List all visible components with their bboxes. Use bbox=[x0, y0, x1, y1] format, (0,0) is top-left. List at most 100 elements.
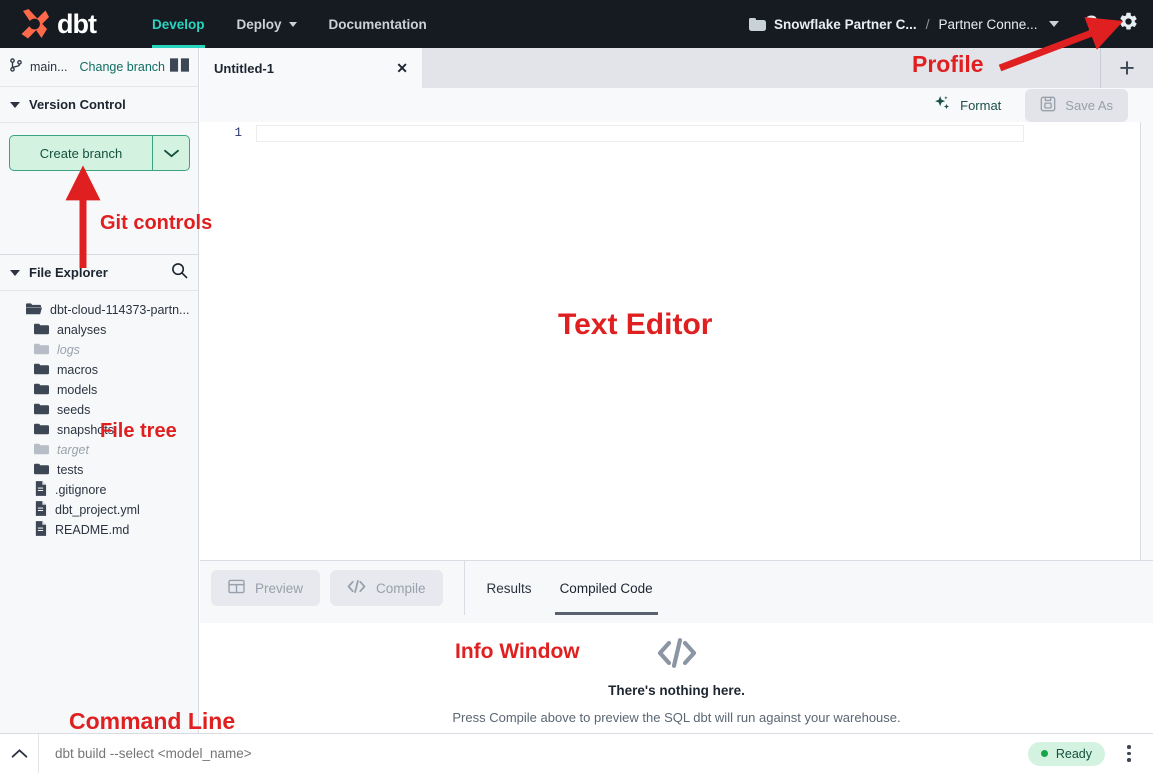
tab-results[interactable]: Results bbox=[473, 561, 546, 615]
version-control-header[interactable]: Version Control bbox=[0, 87, 198, 123]
file-tree-item-label: dbt_project.yml bbox=[55, 503, 140, 517]
status-label: Ready bbox=[1056, 747, 1092, 761]
nav-right-controls: Snowflake Partner C... / Partner Conne..… bbox=[749, 11, 1139, 37]
file-tree-file[interactable]: README.md bbox=[0, 520, 198, 540]
bottom-info-panel: Preview Compile Results Compiled Code bbox=[200, 560, 1153, 733]
file-tree-item-label: tests bbox=[57, 463, 83, 477]
file-tree-file[interactable]: dbt_project.yml bbox=[0, 500, 198, 520]
empty-state: There's nothing here. Press Compile abov… bbox=[200, 623, 1153, 734]
bottom-panel-toolbar: Preview Compile Results Compiled Code bbox=[200, 561, 1153, 615]
file-tree-file[interactable]: .gitignore bbox=[0, 480, 198, 500]
file-tree-folder[interactable]: models bbox=[0, 380, 198, 400]
bottom-panel-tabs: Results Compiled Code bbox=[473, 561, 667, 615]
folder-icon bbox=[34, 383, 49, 398]
sql-text-editor[interactable]: 1 bbox=[200, 122, 1140, 560]
status-badge: Ready bbox=[1028, 742, 1105, 766]
chevron-up-icon[interactable] bbox=[0, 734, 38, 773]
dbt-cloud-ide: dbt Develop Deploy Documentation Snowfla… bbox=[0, 0, 1153, 773]
save-as-label: Save As bbox=[1065, 98, 1113, 113]
dbt-wordmark: dbt bbox=[57, 11, 96, 38]
file-tree-item-label: target bbox=[57, 443, 89, 457]
floppy-disk-icon bbox=[1040, 96, 1056, 115]
line-number: 1 bbox=[200, 126, 256, 140]
file-explorer-header[interactable]: File Explorer bbox=[0, 255, 198, 291]
question-mark-icon[interactable]: ? bbox=[1085, 13, 1098, 35]
nav-item-documentation[interactable]: Documentation bbox=[313, 0, 443, 48]
close-icon[interactable]: ✕ bbox=[396, 60, 408, 77]
code-brackets-icon bbox=[655, 637, 699, 674]
preview-button[interactable]: Preview bbox=[211, 570, 320, 606]
version-control-body: Create branch bbox=[0, 123, 198, 255]
project-selector[interactable]: Snowflake Partner C... bbox=[749, 17, 917, 32]
tab-results-label: Results bbox=[487, 581, 532, 596]
editor-right-border bbox=[1140, 122, 1141, 560]
current-branch-name: main... bbox=[30, 60, 68, 74]
top-navigation-bar: dbt Develop Deploy Documentation Snowfla… bbox=[0, 0, 1153, 48]
chevron-down-icon bbox=[164, 149, 179, 158]
sidebar-divider bbox=[0, 254, 198, 255]
tab-untitled-1[interactable]: Untitled-1 ✕ bbox=[200, 48, 422, 88]
bottom-toolbar-divider bbox=[464, 561, 465, 615]
project-name: Snowflake Partner C... bbox=[774, 17, 917, 32]
tab-label: Untitled-1 bbox=[214, 61, 274, 76]
create-branch-button[interactable]: Create branch bbox=[9, 135, 190, 171]
tab-compiled-code[interactable]: Compiled Code bbox=[546, 561, 667, 615]
folder-icon bbox=[34, 423, 49, 438]
format-label: Format bbox=[960, 98, 1001, 113]
file-tree: dbt-cloud-114373-partn...analyses logs mac… bbox=[0, 291, 198, 540]
change-branch-link[interactable]: Change branch bbox=[80, 60, 165, 74]
nav-item-deploy[interactable]: Deploy bbox=[221, 0, 313, 48]
gear-icon[interactable] bbox=[1118, 11, 1139, 37]
file-tree-item-label: snapshots bbox=[57, 423, 114, 437]
environment-selector[interactable]: Partner Conne... bbox=[938, 17, 1058, 32]
compile-button[interactable]: Compile bbox=[330, 570, 443, 606]
kebab-menu-icon[interactable] bbox=[1115, 745, 1143, 762]
file-icon bbox=[34, 501, 47, 519]
folder-open-icon bbox=[26, 302, 42, 318]
branch-row: main... Change branch bbox=[0, 48, 198, 87]
version-control-title: Version Control bbox=[29, 97, 126, 112]
editor-toolbar: Format Save As bbox=[200, 88, 1140, 122]
command-line-input[interactable] bbox=[39, 746, 1028, 761]
file-tree-folder[interactable]: tests bbox=[0, 460, 198, 480]
editor-line-content[interactable] bbox=[256, 125, 1024, 142]
folder-icon bbox=[34, 363, 49, 378]
file-tree-item-label: .gitignore bbox=[55, 483, 106, 497]
chevron-down-icon bbox=[10, 102, 20, 108]
folder-icon bbox=[34, 403, 49, 418]
dbt-logo[interactable]: dbt bbox=[16, 7, 96, 41]
file-tree-folder[interactable]: target bbox=[0, 440, 198, 460]
create-branch-dropdown[interactable] bbox=[153, 136, 189, 170]
file-tree-item-label: models bbox=[57, 383, 97, 397]
nav-item-documentation-label: Documentation bbox=[329, 17, 427, 32]
file-icon bbox=[34, 481, 47, 499]
status-dot-icon bbox=[1041, 750, 1048, 757]
folder-icon bbox=[34, 343, 49, 358]
format-button[interactable]: Format bbox=[924, 90, 1011, 120]
preview-label: Preview bbox=[255, 581, 303, 596]
new-tab-button[interactable]: + bbox=[1101, 48, 1153, 88]
file-tree-folder[interactable]: analyses bbox=[0, 320, 198, 340]
folder-icon bbox=[34, 443, 49, 458]
command-line-bar: Ready bbox=[0, 733, 1153, 773]
chevron-down-icon bbox=[1049, 21, 1059, 27]
nav-item-develop[interactable]: Develop bbox=[136, 0, 221, 48]
table-grid-icon bbox=[228, 579, 245, 597]
file-tree-folder[interactable]: seeds bbox=[0, 400, 198, 420]
search-icon[interactable] bbox=[171, 262, 188, 284]
file-tree-folder[interactable]: logs bbox=[0, 340, 198, 360]
code-brackets-icon bbox=[347, 579, 366, 597]
nav-item-develop-label: Develop bbox=[152, 17, 205, 32]
editor-right-gutter bbox=[1140, 88, 1153, 560]
file-tree-folder[interactable]: dbt-cloud-114373-partn... bbox=[0, 300, 198, 320]
empty-state-subtitle: Press Compile above to preview the SQL d… bbox=[452, 710, 900, 725]
file-tree-item-label: README.md bbox=[55, 523, 129, 537]
save-as-button[interactable]: Save As bbox=[1025, 89, 1128, 122]
file-tree-folder[interactable]: snapshots bbox=[0, 420, 198, 440]
file-tree-item-label: logs bbox=[57, 343, 80, 357]
documentation-book-icon[interactable] bbox=[170, 57, 189, 78]
environment-name: Partner Conne... bbox=[938, 17, 1037, 32]
file-tree-folder[interactable]: macros bbox=[0, 360, 198, 380]
main-nav-items: Develop Deploy Documentation bbox=[136, 0, 443, 48]
compile-label: Compile bbox=[376, 581, 426, 596]
